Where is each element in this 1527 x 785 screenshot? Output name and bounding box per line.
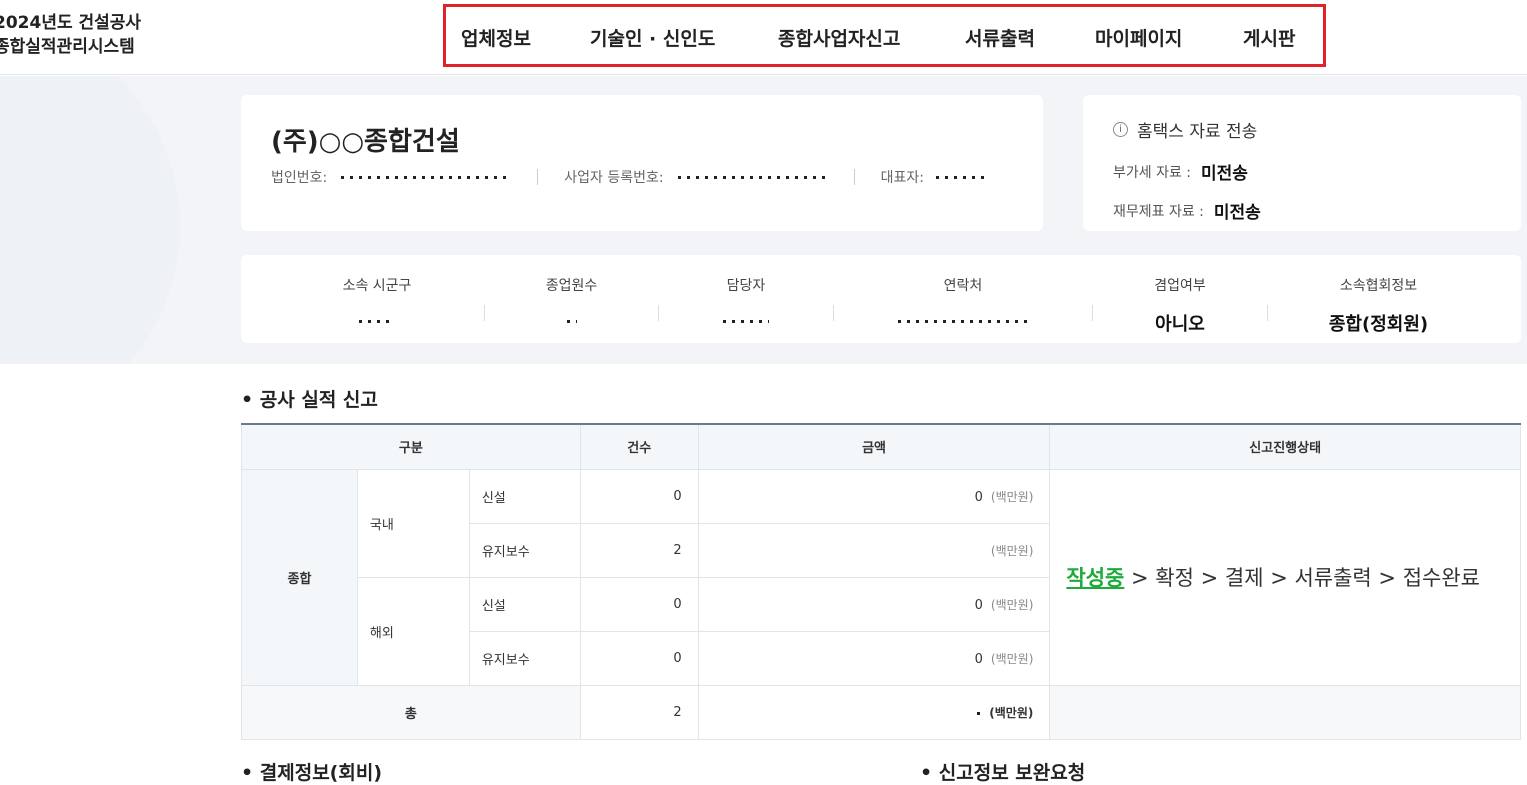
nav-board[interactable]: 게시판: [1243, 24, 1295, 51]
contact-label: 연락처: [943, 278, 983, 294]
top-header: 2024년도 건설공사 종합실적관리시스템 업체정보 기술인 · 신인도 종합사…: [0, 0, 1527, 75]
divider: [537, 169, 539, 185]
stat-manager: 담당자: [659, 255, 833, 343]
sideline-label: 겸업여부: [1154, 278, 1206, 294]
ceo-label: 대표자:: [880, 170, 924, 186]
ceo-masked: [935, 175, 986, 179]
header-category: 구분: [241, 423, 581, 470]
nav-mypage[interactable]: 마이페이지: [1095, 24, 1182, 51]
amount-cell: (백만원): [697, 522, 1051, 578]
nav-general-report[interactable]: 종합사업자신고: [778, 24, 900, 51]
assoc-value: 종합(정회원): [1328, 314, 1429, 335]
nav-company-info[interactable]: 업체정보: [461, 24, 531, 51]
type-new: 신설: [468, 576, 581, 632]
type-maintenance: 유지보수: [468, 522, 581, 578]
summary-area: (주)○○종합건설 법인번호: 사업자 등록번호: 대표자: i 홈택스 자료 …: [0, 76, 1527, 364]
main-nav: 업체정보 기술인 · 신인도 종합사업자신고 서류출력 마이페이지 게시판: [443, 4, 1326, 67]
biz-no-label: 사업자 등록번호:: [564, 170, 664, 186]
region-value: [241, 310, 513, 331]
stat-sideline: 겸업여부 아니오: [1093, 255, 1267, 343]
amount-cell: 0 (백만원): [697, 576, 1051, 632]
stat-employees: 종업원수: [485, 255, 658, 343]
info-icon: i: [1113, 122, 1128, 137]
amount-cell: 0 (백만원): [697, 468, 1051, 524]
count-cell: 0: [579, 576, 699, 632]
site-logo[interactable]: 2024년도 건설공사 종합실적관리시스템: [0, 11, 141, 59]
employees-label: 종업원수: [545, 278, 598, 294]
stat-contact: 연락처: [834, 255, 1092, 343]
financial-status: 미전송: [1213, 203, 1261, 223]
stat-association: 소속협회정보 종합(정회원): [1268, 255, 1489, 343]
report-status: 작성중 > 확정 > 결제 > 서류출력 > 접수완료: [1049, 468, 1521, 686]
logo-line2: 종합실적관리시스템: [0, 37, 135, 57]
overseas-label: 해외: [356, 576, 470, 686]
vat-row: 부가세 자료 : 미전송: [1113, 159, 1248, 184]
sideline-value: 아니오: [1155, 314, 1205, 335]
group-general: 종합: [241, 468, 358, 686]
corp-no-label: 법인번호:: [271, 170, 328, 186]
nav-doc-print[interactable]: 서류출력: [965, 24, 1035, 51]
divider: [853, 169, 855, 185]
biz-no-masked: [677, 175, 828, 179]
vat-status: 미전송: [1201, 164, 1248, 184]
performance-section-title: • 공사 실적 신고: [241, 389, 378, 411]
header-count: 건수: [579, 423, 699, 470]
financial-label: 재무제표 자료 :: [1113, 203, 1204, 220]
background-decoration: [0, 76, 180, 364]
vat-label: 부가세 자료 :: [1113, 164, 1192, 181]
total-count: 2: [579, 684, 699, 740]
total-row: 총 2 (백만원): [241, 684, 1521, 740]
stats-card: 소속 시군구 종업원수 담당자 연락처 겸업여부 아니오 소속협회정보 종합(정…: [241, 255, 1521, 343]
hometax-title-text: 홈택스 자료 전송: [1137, 122, 1258, 142]
region-label: 소속 시군구: [342, 278, 412, 294]
header-status: 신고진행상태: [1049, 423, 1521, 470]
total-status-empty: [1049, 684, 1521, 740]
company-card: (주)○○종합건설 법인번호: 사업자 등록번호: 대표자:: [241, 95, 1043, 231]
type-new: 신설: [468, 468, 581, 524]
manager-label: 담당자: [726, 278, 766, 294]
nav-engineer-credit[interactable]: 기술인 · 신인도: [590, 24, 715, 51]
performance-table: 구분 건수 금액 신고진행상태 종합 국내 신설 0 0 (백만원) 작성중 > …: [241, 423, 1521, 740]
amount-cell: 0 (백만원): [697, 630, 1051, 686]
employees-value: [485, 310, 658, 331]
status-remaining-steps: > 확정 > 결제 > 서류출력 > 접수완료: [1124, 566, 1480, 590]
company-info-row: 법인번호: 사업자 등록번호: 대표자:: [271, 167, 986, 187]
financial-row: 재무제표 자료 : 미전송: [1113, 198, 1261, 223]
payment-section-title: • 결제정보(회비): [241, 762, 383, 784]
manager-value: [659, 310, 833, 331]
hometax-title: i 홈택스 자료 전송: [1113, 117, 1257, 142]
status-current-step[interactable]: 작성중: [1066, 566, 1124, 590]
contact-value: [834, 310, 1092, 331]
table-row: 종합 국내 신설 0 0 (백만원) 작성중 > 확정 > 결제 > 서류출력 >…: [241, 468, 1521, 686]
domestic-label: 국내: [356, 468, 470, 578]
company-name: (주)○○종합건설: [271, 127, 460, 157]
logo-line1: 2024년도 건설공사: [0, 13, 142, 33]
total-amount: (백만원): [697, 684, 1051, 740]
hometax-card: i 홈택스 자료 전송 부가세 자료 : 미전송 재무제표 자료 : 미전송: [1083, 95, 1521, 231]
total-label: 총: [241, 684, 581, 740]
count-cell: 0: [579, 468, 699, 524]
corp-no-masked: [341, 175, 512, 179]
count-cell: 0: [579, 630, 699, 686]
count-cell: 2: [579, 522, 699, 578]
header-amount: 금액: [697, 423, 1051, 470]
supplement-section-title: • 신고정보 보완요청: [920, 762, 1086, 784]
table-header-row: 구분 건수 금액 신고진행상태: [241, 423, 1521, 470]
stat-region: 소속 시군구: [241, 255, 513, 343]
type-maintenance: 유지보수: [468, 630, 581, 686]
assoc-label: 소속협회정보: [1339, 278, 1418, 294]
